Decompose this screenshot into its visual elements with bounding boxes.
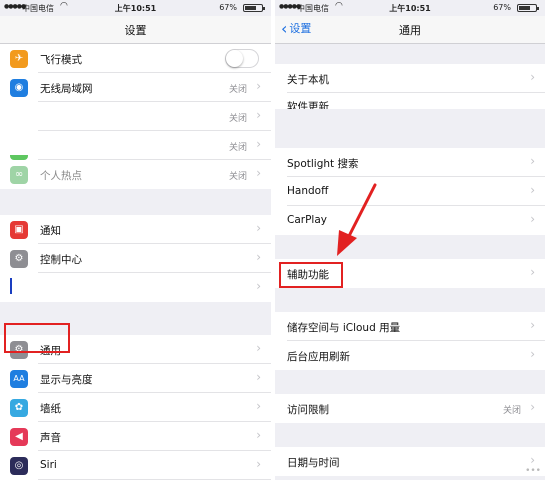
settings-row-airplane-mode[interactable]: ✈ 飞行模式 (0, 44, 271, 73)
chevron-right-icon: › (256, 108, 261, 122)
navigation-bar: 设置 (0, 16, 271, 44)
status-bar: ●●●●● 中国电信 ◠ 上午10:51 67% (0, 0, 271, 16)
settings-row-hotspot[interactable]: ∞ 个人热点 关闭 › (0, 160, 271, 189)
chevron-right-icon: › (256, 166, 261, 180)
chevron-right-icon: › (256, 457, 261, 471)
chevron-right-icon: › (256, 137, 261, 151)
battery-icon (243, 4, 265, 12)
row-label: 通知 (40, 225, 61, 237)
row-label: 无线局域网 (40, 83, 93, 95)
chevron-right-icon: › (256, 341, 261, 355)
settings-row-sounds[interactable]: ◀ 声音 › (0, 422, 271, 451)
battery-percent: 67% (219, 3, 237, 12)
row-value: 关闭 (228, 143, 247, 153)
row-label: Siri (40, 459, 57, 471)
sound-icon: ◀ (10, 428, 28, 446)
row-value: 关闭 (228, 114, 247, 124)
siri-icon: ◎ (10, 457, 28, 475)
settings-row-siri[interactable]: ◎ Siri › (0, 451, 271, 480)
notifications-icon: ▣ (10, 221, 28, 239)
airplane-icon: ✈ (10, 50, 28, 68)
watermark: ••• (525, 466, 541, 476)
row-label: 飞行模式 (40, 54, 82, 66)
wifi-icon: ◉ (10, 79, 28, 97)
display-icon: AA (10, 370, 28, 388)
chevron-right-icon: › (256, 79, 261, 93)
settings-screen: ●●●●● 中国电信 ◠ 上午10:51 67% 设置 ✈ 飞行模式 ◉ 无线局… (0, 0, 271, 480)
highlight-box-general (4, 323, 70, 353)
airplane-mode-toggle[interactable] (225, 49, 259, 68)
row-label: 个人热点 (40, 170, 82, 182)
settings-row-control-center[interactable]: ⚙ 控制中心 › (0, 244, 271, 273)
chevron-right-icon: › (256, 428, 261, 442)
hotspot-icon: ∞ (10, 166, 28, 184)
chevron-right-icon: › (256, 250, 261, 264)
settings-row-cellular[interactable]: 关闭 › (0, 131, 271, 160)
toggle-knob (226, 50, 243, 67)
chevron-right-icon: › (256, 399, 261, 413)
row-label: 声音 (40, 432, 61, 444)
settings-row-do-not-disturb[interactable]: › (0, 273, 271, 302)
row-label: 控制中心 (40, 254, 82, 266)
selection-marker (10, 278, 12, 294)
pointer-arrow-icon (337, 183, 377, 256)
chevron-right-icon: › (256, 279, 261, 293)
row-label: 显示与亮度 (40, 374, 93, 386)
chevron-right-icon: › (256, 370, 261, 384)
row-value: 关闭 (228, 172, 247, 182)
page-title: 设置 (124, 24, 147, 37)
settings-row-display[interactable]: AA 显示与亮度 › (0, 364, 271, 393)
control-center-icon: ⚙ (10, 250, 28, 268)
row-label: 墙纸 (40, 403, 61, 415)
settings-row-wifi[interactable]: ◉ 无线局域网 关闭 › (0, 73, 271, 102)
settings-row-wallpaper[interactable]: ✿ 墙纸 › (0, 393, 271, 422)
settings-row-notifications[interactable]: ▣ 通知 › (0, 215, 271, 244)
row-value: 关闭 (228, 85, 247, 95)
settings-list: ✈ 飞行模式 ◉ 无线局域网 关闭 › 关闭 › 关闭 › ∞ 个人热点 关闭 … (0, 44, 271, 480)
chevron-right-icon: › (256, 221, 261, 235)
settings-row-bluetooth[interactable]: 关闭 › (0, 102, 271, 131)
wallpaper-icon: ✿ (10, 399, 28, 417)
general-screen: ●●●●● 中国电信 ◠ 上午10:51 67% ‹ 设置 通用 关于本机 › 软… (275, 0, 545, 480)
